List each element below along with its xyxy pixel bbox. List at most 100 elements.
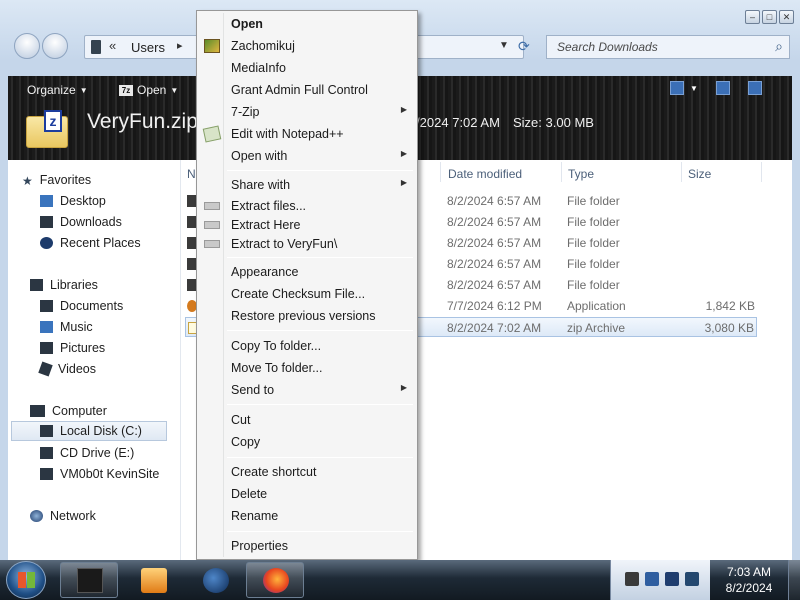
taskbar-firefox-button[interactable] bbox=[246, 562, 304, 598]
menu-item-delete[interactable]: Delete bbox=[199, 484, 415, 504]
address-dropdown-icon[interactable]: ▼ bbox=[499, 40, 509, 51]
maximize-button[interactable]: □ bbox=[762, 10, 777, 24]
nav-recent-places[interactable]: Recent Places bbox=[40, 233, 200, 253]
column-header-date-modified[interactable]: Date modified bbox=[448, 167, 522, 181]
nav-favorites[interactable]: ★ Favorites bbox=[22, 170, 182, 190]
nav-local-disk-label: Local Disk (C:) bbox=[60, 424, 142, 438]
menu-item-edit-notepad[interactable]: Edit with Notepad++ bbox=[199, 124, 415, 144]
taskbar-media-player-button[interactable] bbox=[124, 562, 182, 598]
computer-icon bbox=[30, 405, 45, 417]
navigation-pane: ★ Favorites Desktop Downloads Recent Pla… bbox=[8, 160, 180, 560]
file-size: 3,080 KB bbox=[704, 321, 754, 335]
details-size-label: Size: bbox=[513, 115, 542, 130]
globe-icon bbox=[203, 568, 229, 593]
nav-computer[interactable]: Computer bbox=[30, 401, 190, 421]
nav-network[interactable]: Network bbox=[30, 506, 190, 526]
menu-separator bbox=[227, 457, 413, 458]
forward-button[interactable] bbox=[42, 33, 68, 59]
column-divider[interactable] bbox=[440, 162, 441, 182]
file-date: 7/7/2024 6:12 PM bbox=[447, 299, 542, 313]
preview-pane-icon[interactable] bbox=[715, 81, 730, 95]
open-button[interactable]: 7z Open ▼ bbox=[119, 83, 178, 97]
menu-item-rename[interactable]: Rename bbox=[199, 506, 415, 526]
back-button[interactable] bbox=[14, 33, 40, 59]
menu-item-copy-to-folder[interactable]: Copy To folder... bbox=[199, 336, 415, 356]
organize-button[interactable]: Organize ▼ bbox=[27, 83, 88, 97]
menu-item-open[interactable]: Open bbox=[199, 14, 415, 34]
show-desktop-button[interactable] bbox=[788, 560, 800, 600]
menu-item-7zip[interactable]: 7-Zip ▶ bbox=[199, 102, 415, 122]
change-view-icon[interactable] bbox=[670, 81, 684, 95]
column-header-type[interactable]: Type bbox=[568, 167, 594, 181]
column-divider[interactable] bbox=[761, 162, 762, 182]
menu-item-properties[interactable]: Properties bbox=[199, 536, 415, 556]
details-size-value: 3.00 MB bbox=[545, 115, 594, 130]
file-type: zip Archive bbox=[567, 321, 626, 335]
menu-item-extract-here[interactable]: Extract Here bbox=[199, 215, 415, 235]
menu-item-move-to-folder[interactable]: Move To folder... bbox=[199, 358, 415, 378]
file-type: File folder bbox=[567, 257, 620, 271]
nav-downloads[interactable]: Downloads bbox=[40, 212, 200, 232]
file-date: 8/2/2024 6:57 AM bbox=[447, 257, 542, 271]
menu-item-send-to[interactable]: Send to ▶ bbox=[199, 380, 415, 400]
menu-item-mediainfo[interactable]: MediaInfo bbox=[199, 58, 415, 78]
breadcrumb-separator-icon[interactable]: ▸ bbox=[177, 39, 183, 52]
menu-separator bbox=[227, 531, 413, 532]
menu-item-appearance[interactable]: Appearance bbox=[199, 262, 415, 282]
documents-icon bbox=[40, 300, 53, 312]
minimize-button[interactable]: – bbox=[745, 10, 760, 24]
file-date: 8/2/2024 6:57 AM bbox=[447, 236, 542, 250]
menu-item-create-checksum[interactable]: Create Checksum File... bbox=[199, 284, 415, 304]
menu-item-grant-admin[interactable]: Grant Admin Full Control bbox=[199, 80, 415, 100]
nav-desktop[interactable]: Desktop bbox=[40, 191, 200, 211]
breadcrumb-users[interactable]: Users bbox=[131, 40, 165, 55]
nav-vm-site[interactable]: VM0b0t KevinSite bbox=[40, 464, 200, 484]
column-divider[interactable] bbox=[681, 162, 682, 182]
view-caret-icon[interactable]: ▼ bbox=[690, 84, 698, 93]
menu-item-extract-to[interactable]: Extract to VeryFun\ bbox=[199, 234, 415, 254]
tray-volume-icon[interactable] bbox=[685, 572, 699, 586]
menu-item-cut[interactable]: Cut bbox=[199, 410, 415, 430]
desktop-icon bbox=[40, 195, 53, 207]
search-icon[interactable]: ⌕ bbox=[775, 38, 783, 55]
nav-local-disk[interactable]: Local Disk (C:) bbox=[11, 421, 167, 441]
breadcrumb-overflow-icon[interactable]: « bbox=[109, 38, 116, 53]
menu-item-extract-files[interactable]: Extract files... bbox=[199, 196, 415, 216]
nav-network-label: Network bbox=[50, 509, 96, 523]
search-input[interactable]: Search Downloads ⌕ bbox=[546, 35, 790, 59]
nav-favorites-label: Favorites bbox=[39, 173, 92, 187]
computer-icon bbox=[91, 40, 101, 54]
menu-item-restore-versions[interactable]: Restore previous versions bbox=[199, 306, 415, 326]
seven-zip-icon bbox=[204, 240, 220, 248]
nav-libraries[interactable]: Libraries bbox=[30, 275, 190, 295]
system-clock[interactable]: 7:03 AM 8/2/2024 bbox=[712, 564, 786, 596]
refresh-icon[interactable]: ⟳ bbox=[518, 38, 530, 55]
taskbar-globe-button[interactable] bbox=[186, 562, 244, 598]
open-caret-icon: ▼ bbox=[170, 85, 179, 95]
context-menu: Open Zachomikuj MediaInfo Grant Admin Fu… bbox=[196, 10, 418, 560]
nav-music[interactable]: Music bbox=[40, 317, 200, 337]
close-button[interactable]: ✕ bbox=[779, 10, 794, 24]
menu-item-zachomikuj[interactable]: Zachomikuj bbox=[199, 36, 415, 56]
libraries-icon bbox=[30, 279, 43, 291]
tray-network-icon[interactable] bbox=[665, 572, 679, 586]
menu-item-create-shortcut[interactable]: Create shortcut bbox=[199, 462, 415, 482]
help-icon[interactable] bbox=[747, 81, 762, 95]
taskbar-explorer-button[interactable] bbox=[60, 562, 118, 598]
menu-item-copy[interactable]: Copy bbox=[199, 432, 415, 452]
start-button[interactable] bbox=[6, 561, 46, 599]
tray-usb-icon[interactable] bbox=[625, 572, 639, 586]
menu-separator bbox=[227, 170, 413, 171]
nav-videos[interactable]: Videos bbox=[38, 359, 200, 379]
tray-action-center-icon[interactable] bbox=[645, 572, 659, 586]
nav-cd-drive[interactable]: CD Drive (E:) bbox=[40, 443, 200, 463]
star-icon: ★ bbox=[22, 174, 33, 188]
nav-downloads-label: Downloads bbox=[60, 215, 122, 229]
nav-documents[interactable]: Documents bbox=[40, 296, 200, 316]
column-divider[interactable] bbox=[561, 162, 562, 182]
column-header-size[interactable]: Size bbox=[688, 167, 711, 181]
nav-pictures[interactable]: Pictures bbox=[40, 338, 200, 358]
menu-item-open-with[interactable]: Open with ▶ bbox=[199, 146, 415, 166]
zip-file-large-icon: z bbox=[26, 110, 70, 148]
menu-item-share-with[interactable]: Share with ▶ bbox=[199, 175, 415, 195]
